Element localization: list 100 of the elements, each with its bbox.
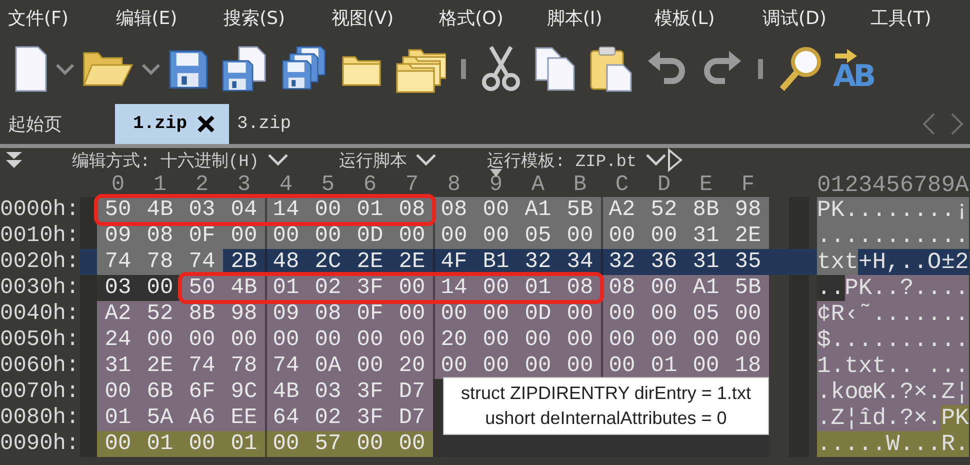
hex-byte: 78: [139, 249, 181, 275]
hex-byte: 00: [643, 275, 685, 301]
hex-byte: 00: [475, 353, 517, 379]
hex-byte: 00: [559, 223, 601, 249]
menu-item[interactable]: 格式(O): [431, 6, 539, 30]
hex-byte: 00: [475, 223, 517, 249]
hex-byte: 00: [517, 353, 559, 379]
offset-label: 0010h:: [0, 223, 80, 249]
hex-byte: 52: [643, 197, 685, 223]
hex-byte: 00: [391, 327, 433, 353]
hex-byte: 18: [727, 353, 769, 379]
hex-byte: 00: [181, 327, 223, 353]
dropdown-button[interactable]: 运行模板: ZIP.bt: [487, 148, 667, 172]
hex-byte: 00: [265, 431, 307, 457]
tooltip-line: ushort deInternalAttributes = 0: [485, 407, 727, 430]
hex-byte: 01: [517, 275, 559, 301]
hex-byte: D7: [391, 405, 433, 431]
tab[interactable]: 起始页: [0, 104, 115, 144]
ascii-text: PK........¡: [817, 197, 969, 223]
tab[interactable]: 3.zip: [229, 104, 306, 144]
menu-item[interactable]: 文件(F): [0, 6, 108, 30]
hex-byte: 00: [97, 379, 139, 405]
hex-byte: D7: [391, 379, 433, 405]
hex-byte: 3F: [349, 275, 391, 301]
hex-byte: 04: [223, 197, 265, 223]
hex-byte: 01: [265, 275, 307, 301]
tab[interactable]: 1.zip: [115, 104, 230, 144]
hex-byte: 50: [97, 197, 139, 223]
offset-label: 0020h:: [0, 249, 80, 275]
hex-byte: 01: [223, 431, 265, 457]
hex-byte: 08: [391, 197, 433, 223]
offset-label: 0050h:: [0, 327, 80, 353]
hex-byte: A2: [601, 197, 643, 223]
hex-byte: 00: [643, 223, 685, 249]
column-label: D: [656, 173, 672, 197]
hex-byte: 00: [601, 327, 643, 353]
menu-item[interactable]: 工具(T): [862, 6, 970, 30]
hex-byte: 64: [265, 405, 307, 431]
hex-byte: 00: [433, 223, 475, 249]
hex-byte: 05: [685, 301, 727, 327]
hex-byte: 32: [601, 249, 643, 275]
hex-byte: 00: [727, 301, 769, 327]
ascii-text: txt: [817, 249, 858, 275]
dropdown-button[interactable]: 运行脚本: [339, 148, 438, 172]
menu-item[interactable]: 搜索(S): [216, 6, 324, 30]
column-label: B: [572, 173, 588, 197]
hex-byte: 03: [181, 197, 223, 223]
column-label: C: [614, 173, 630, 197]
hex-byte: 31: [97, 353, 139, 379]
column-label: 4: [278, 173, 294, 197]
hex-byte: 00: [265, 327, 307, 353]
hex-byte: 74: [97, 249, 139, 275]
hex-byte: 98: [727, 197, 769, 223]
hex-byte: 5B: [727, 275, 769, 301]
hex-byte: 57: [307, 431, 349, 457]
hex-byte: 35: [727, 249, 769, 275]
hex-byte: 01: [643, 353, 685, 379]
column-label: F: [740, 173, 756, 197]
offset-label: 0090h:: [0, 431, 80, 457]
hex-byte: 50: [181, 275, 223, 301]
hex-byte: 4B: [265, 379, 307, 405]
hex-byte: 2E: [139, 353, 181, 379]
hex-byte: 3F: [349, 379, 391, 405]
hex-byte: 00: [517, 327, 559, 353]
hex-byte: 00: [685, 353, 727, 379]
hex-byte: 01: [349, 197, 391, 223]
hex-byte: 00: [181, 431, 223, 457]
hex-byte: 00: [391, 275, 433, 301]
hex-byte: 02: [307, 275, 349, 301]
column-label: 8: [446, 173, 462, 197]
hex-byte: 78: [223, 353, 265, 379]
ascii-text: ...........: [817, 223, 969, 249]
hex-byte: 00: [349, 431, 391, 457]
menu-item[interactable]: 调试(D): [754, 6, 862, 30]
hex-byte: 14: [265, 197, 307, 223]
hex-byte: 4B: [223, 275, 265, 301]
hex-byte: A1: [685, 275, 727, 301]
hex-byte: 6F: [181, 379, 223, 405]
column-label: 5: [320, 173, 336, 197]
hex-byte: 00: [391, 431, 433, 457]
hex-byte: 4B: [139, 197, 181, 223]
hex-byte: 00: [601, 301, 643, 327]
ascii-text: ..: [817, 275, 845, 301]
hex-byte: 00: [307, 327, 349, 353]
hex-byte: 00: [601, 353, 643, 379]
ascii-text: PK: [941, 405, 969, 431]
menu-item[interactable]: 视图(V): [323, 6, 432, 30]
column-label: 3: [236, 173, 252, 197]
hex-byte: 24: [97, 327, 139, 353]
menu-item[interactable]: 编辑(E): [108, 6, 216, 30]
ascii-text: .Z¦îd.?×.: [817, 405, 942, 431]
hex-byte: 05: [517, 223, 559, 249]
menu-item[interactable]: 脚本(I): [538, 6, 647, 30]
dropdown-button[interactable]: 编辑方式: 十六进制(H): [72, 148, 290, 172]
hex-byte: 00: [475, 275, 517, 301]
hex-byte: 00: [601, 223, 643, 249]
hex-byte: EE: [223, 405, 265, 431]
menu-item[interactable]: 模板(L): [646, 6, 754, 30]
ascii-text: .....W...R.: [817, 431, 969, 457]
hex-byte: 00: [349, 353, 391, 379]
